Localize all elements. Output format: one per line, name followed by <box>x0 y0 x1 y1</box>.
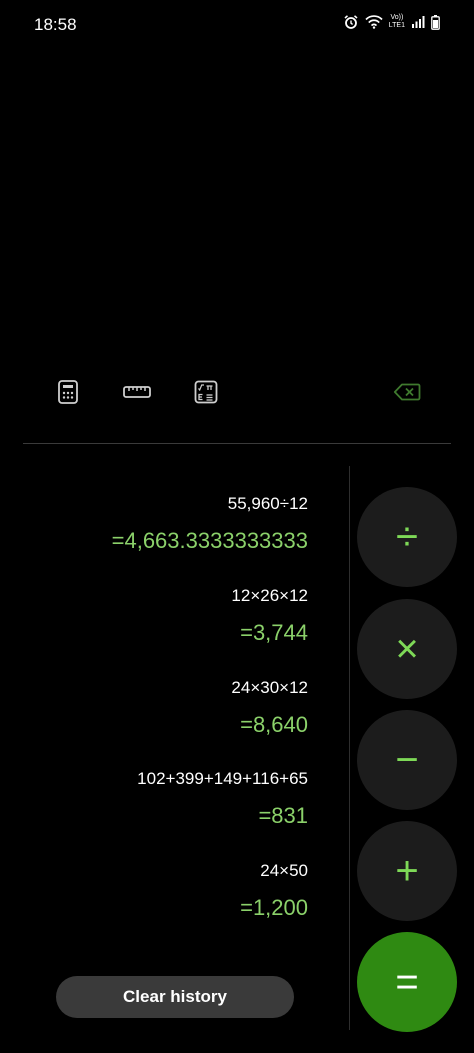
toolbar-divider <box>23 443 451 444</box>
scientific-icon[interactable] <box>192 378 220 406</box>
add-button[interactable]: + <box>357 821 457 921</box>
history-expression: 12×26×12 <box>231 586 308 605</box>
calculator-icon[interactable] <box>54 378 82 406</box>
history-item[interactable]: 55,960÷12 =4,663.3333333333 <box>112 494 308 554</box>
calculator-screen: 18:58 Vo)) LTE1 55,960÷12 =4,663.3333333… <box>0 0 474 1053</box>
history-item[interactable]: 24×50 =1,200 <box>240 861 308 921</box>
history-result: =4,663.3333333333 <box>111 528 308 553</box>
multiply-button[interactable]: × <box>357 599 457 699</box>
history-result: =831 <box>258 803 308 828</box>
divide-icon: ÷ <box>396 514 418 559</box>
history-expression: 24×50 <box>260 861 308 880</box>
ruler-icon[interactable] <box>122 378 152 406</box>
backspace-icon[interactable] <box>392 378 422 406</box>
signal-icon <box>411 15 425 29</box>
vertical-separator <box>349 466 350 1030</box>
history-result: =8,640 <box>240 712 308 737</box>
plus-icon: + <box>395 848 419 893</box>
history-item[interactable]: 12×26×12 =3,744 <box>231 586 308 646</box>
history-expression: 24×30×12 <box>231 678 308 697</box>
clear-history-button[interactable]: Clear history <box>56 976 294 1018</box>
volte-label: Vo)) <box>390 14 404 21</box>
history-result: =1,200 <box>240 895 308 920</box>
history-item[interactable]: 24×30×12 =8,640 <box>231 678 308 738</box>
divide-button[interactable]: ÷ <box>357 487 457 587</box>
lte-indicator: Vo)) LTE1 <box>389 14 405 30</box>
status-time: 18:58 <box>34 15 77 34</box>
status-icons: Vo)) LTE1 <box>343 14 440 30</box>
history-result: =3,744 <box>240 620 308 645</box>
battery-icon <box>431 14 440 30</box>
multiply-icon: × <box>395 626 419 671</box>
history-item[interactable]: 102+399+149+116+65 =831 <box>137 769 308 829</box>
subtract-button[interactable]: − <box>357 710 457 810</box>
history-expression: 55,960÷12 <box>227 494 308 513</box>
history-expression: 102+399+149+116+65 <box>137 769 308 788</box>
wifi-icon <box>365 15 383 29</box>
alarm-icon <box>343 14 359 30</box>
lte-label: LTE1 <box>388 22 405 29</box>
minus-icon: − <box>395 737 419 782</box>
equals-icon: = <box>395 959 419 1004</box>
equals-button[interactable]: = <box>357 932 457 1032</box>
